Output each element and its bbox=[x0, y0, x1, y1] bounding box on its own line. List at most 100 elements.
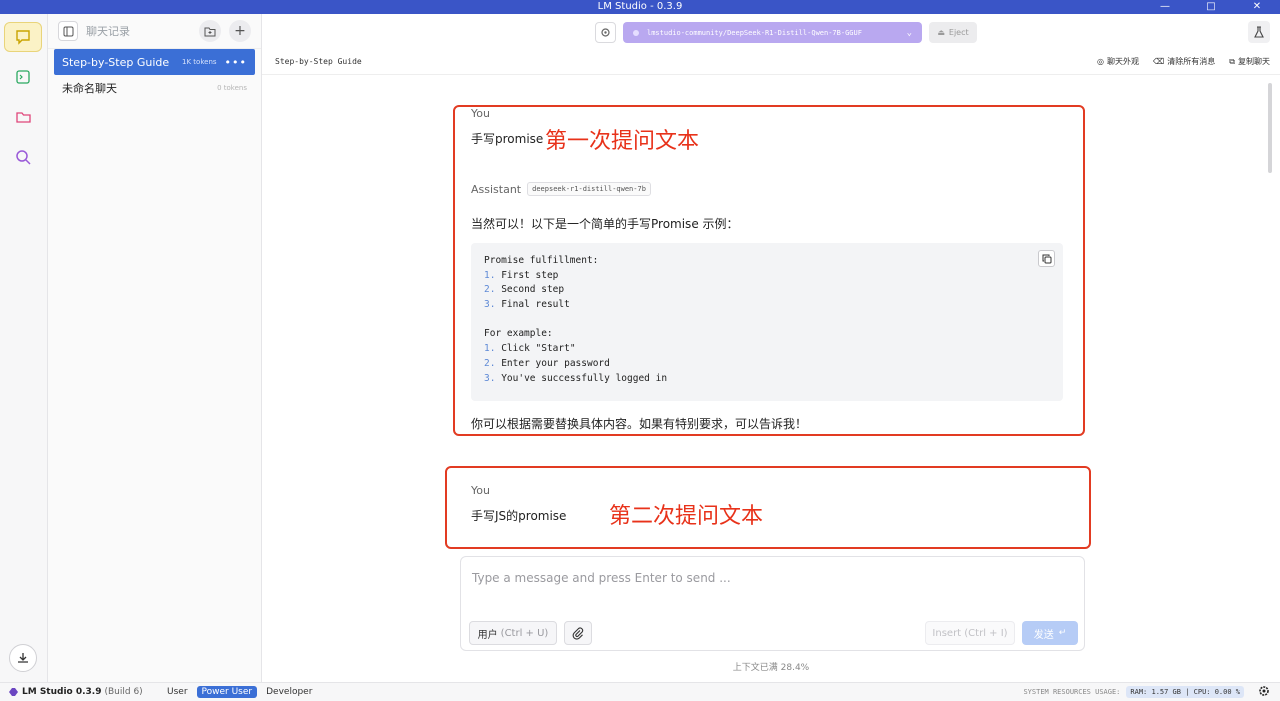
search-nav-button[interactable] bbox=[4, 142, 42, 172]
plus-icon: + bbox=[234, 23, 246, 39]
code-line: Promise fulfillment: bbox=[484, 255, 1050, 270]
cpu-usage: CPU: 0.00 % bbox=[1193, 688, 1240, 696]
eject-label: Eject bbox=[948, 28, 969, 37]
enter-key-icon: ↵ bbox=[1058, 628, 1067, 638]
conversation-area: You 手写promise 第一次提问文本 Assistant deepseek… bbox=[262, 75, 1280, 682]
experiments-button[interactable] bbox=[1248, 21, 1270, 43]
chat-history-sidebar: 聊天记录 + Step-by-Step Guide 1K tokens ••• … bbox=[48, 14, 262, 682]
chat-item-tokens: 1K tokens bbox=[182, 58, 217, 66]
role-shortcut: (Ctrl + U) bbox=[500, 627, 549, 639]
new-folder-button[interactable] bbox=[199, 20, 221, 42]
app-name: LM Studio 0.3.9 bbox=[22, 687, 102, 697]
download-icon bbox=[18, 653, 28, 663]
message-input[interactable]: Type a message and press Enter to send .… bbox=[472, 571, 731, 585]
nav-rail bbox=[0, 14, 48, 682]
app-settings-button[interactable] bbox=[1258, 685, 1270, 700]
chat-item-step-by-step-guide[interactable]: Step-by-Step Guide 1K tokens ••• bbox=[54, 49, 255, 75]
duplicate-chat-button[interactable]: ⧉ 复制聊天 bbox=[1229, 56, 1270, 67]
assistant-header: Assistant deepseek-r1-distill-qwen-7b bbox=[471, 182, 651, 196]
sidebar-header: 聊天记录 + bbox=[48, 14, 261, 49]
resource-usage-readout[interactable]: RAM: 1.57 GB | CPU: 0.00 % bbox=[1126, 686, 1244, 698]
code-line-text: Enter your password bbox=[501, 357, 610, 369]
palette-icon: ◎ bbox=[1096, 57, 1104, 66]
lmstudio-logo-icon bbox=[9, 688, 18, 696]
model-settings-button[interactable] bbox=[595, 22, 616, 43]
code-line: 1. First step bbox=[484, 270, 1050, 285]
clear-label: 清除所有消息 bbox=[1167, 57, 1216, 66]
close-icon[interactable]: ✕ bbox=[1234, 0, 1280, 14]
chat-subbar: Step-by-Step Guide ◎ 聊天外观 ⌫ 清除所有消息 ⧉ 复制聊天 bbox=[262, 49, 1280, 75]
send-button[interactable]: 发送 ↵ bbox=[1022, 621, 1078, 645]
chat-nav-button[interactable] bbox=[4, 22, 42, 52]
code-line: 2. Enter your password bbox=[484, 358, 1050, 373]
chat-item-name: Step-by-Step Guide bbox=[62, 55, 170, 69]
system-resources: SYSTEM RESOURCES USAGE: RAM: 1.57 GB | C… bbox=[1023, 686, 1244, 698]
folder-plus-icon bbox=[204, 27, 216, 36]
copy-code-button[interactable] bbox=[1038, 250, 1055, 267]
eject-button[interactable]: ⏏ Eject bbox=[929, 22, 977, 43]
code-line-number: 3. bbox=[484, 372, 496, 384]
scrollbar[interactable] bbox=[1268, 83, 1272, 173]
maximize-icon[interactable]: □ bbox=[1188, 0, 1234, 14]
annotation-label-second: 第二次提问文本 bbox=[609, 504, 764, 529]
mode-power-user[interactable]: Power User bbox=[196, 686, 258, 698]
code-line-number: 2. bbox=[484, 357, 496, 369]
role-label: 用户 bbox=[477, 629, 498, 641]
code-line-text: You've successfully logged in bbox=[501, 372, 668, 384]
window-titlebar: LM Studio - 0.3.9 — □ ✕ bbox=[0, 0, 1280, 14]
code-line: For example: bbox=[484, 328, 1050, 343]
beaker-icon bbox=[1254, 25, 1264, 38]
code-line: 3. You've successfully logged in bbox=[484, 373, 1050, 388]
appearance-label: 聊天外观 bbox=[1106, 57, 1139, 66]
toggle-sidebar-button[interactable] bbox=[58, 21, 78, 41]
code-line: 3. Final result bbox=[484, 299, 1050, 314]
models-nav-button[interactable] bbox=[4, 102, 42, 132]
code-line-number: 2. bbox=[484, 284, 496, 296]
code-line-number: 3. bbox=[484, 299, 496, 311]
insert-button[interactable]: Insert (Ctrl + I) bbox=[925, 621, 1015, 645]
gear-icon bbox=[1259, 685, 1269, 696]
copy-icon: ⧉ bbox=[1229, 56, 1235, 66]
breadcrumb: Step-by-Step Guide bbox=[275, 57, 362, 66]
terminal-icon bbox=[16, 70, 30, 84]
role-toggle-button[interactable]: 用户 (Ctrl + U) bbox=[469, 621, 557, 645]
annotation-label-first: 第一次提问文本 bbox=[545, 129, 700, 154]
mode-user[interactable]: User bbox=[162, 686, 193, 698]
downloads-button[interactable] bbox=[9, 644, 37, 672]
app-brand: LM Studio 0.3.9 (Build 6) bbox=[8, 687, 143, 697]
code-block: Promise fulfillment: 1. First step 2. Se… bbox=[471, 243, 1063, 401]
paperclip-icon bbox=[572, 626, 584, 640]
window-title: LM Studio - 0.3.9 bbox=[597, 1, 683, 12]
search-icon bbox=[15, 149, 31, 165]
chat-item-untitled[interactable]: 未命名聊天 0 tokens bbox=[54, 75, 255, 101]
new-chat-button[interactable]: + bbox=[229, 20, 251, 42]
chat-icon bbox=[16, 30, 30, 45]
code-line-number: 1. bbox=[484, 269, 496, 281]
window-controls: — □ ✕ bbox=[1142, 0, 1280, 14]
message-composer: Type a message and press Enter to send .… bbox=[460, 556, 1085, 651]
developer-nav-button[interactable] bbox=[4, 62, 42, 92]
code-line-text: Second step bbox=[501, 284, 565, 296]
message-role: You bbox=[471, 484, 490, 497]
code-line-number: 1. bbox=[484, 343, 496, 355]
message-role: Assistant bbox=[471, 182, 522, 196]
message-outro: 你可以根据需要替换具体内容。如果有特别要求，可以告诉我！ bbox=[471, 417, 808, 431]
minimize-icon[interactable]: — bbox=[1142, 0, 1188, 14]
sidebar-toggle-icon bbox=[63, 26, 73, 36]
more-options-icon[interactable]: ••• bbox=[225, 56, 247, 69]
appearance-button[interactable]: ◎ 聊天外观 bbox=[1097, 56, 1139, 67]
clear-messages-button[interactable]: ⌫ 清除所有消息 bbox=[1153, 56, 1215, 67]
message-intro: 当然可以！以下是一个简单的手写Promise 示例： bbox=[471, 217, 739, 231]
code-line-text: Final result bbox=[501, 299, 570, 311]
model-selector[interactable]: lmstudio-community/DeepSeek-R1-Distill-Q… bbox=[623, 22, 922, 43]
resources-label: SYSTEM RESOURCES USAGE: bbox=[1023, 688, 1121, 696]
attach-file-button[interactable] bbox=[564, 621, 592, 645]
app-build: (Build 6) bbox=[104, 687, 143, 697]
chat-item-name: 未命名聊天 bbox=[62, 82, 117, 95]
chat-actions: ◎ 聊天外观 ⌫ 清除所有消息 ⧉ 复制聊天 bbox=[1097, 56, 1270, 67]
code-line: 2. Second step bbox=[484, 284, 1050, 299]
code-line: 1. Click "Start" bbox=[484, 343, 1050, 358]
clear-icon: ⌫ bbox=[1152, 57, 1165, 66]
mode-developer[interactable]: Developer bbox=[261, 686, 317, 698]
